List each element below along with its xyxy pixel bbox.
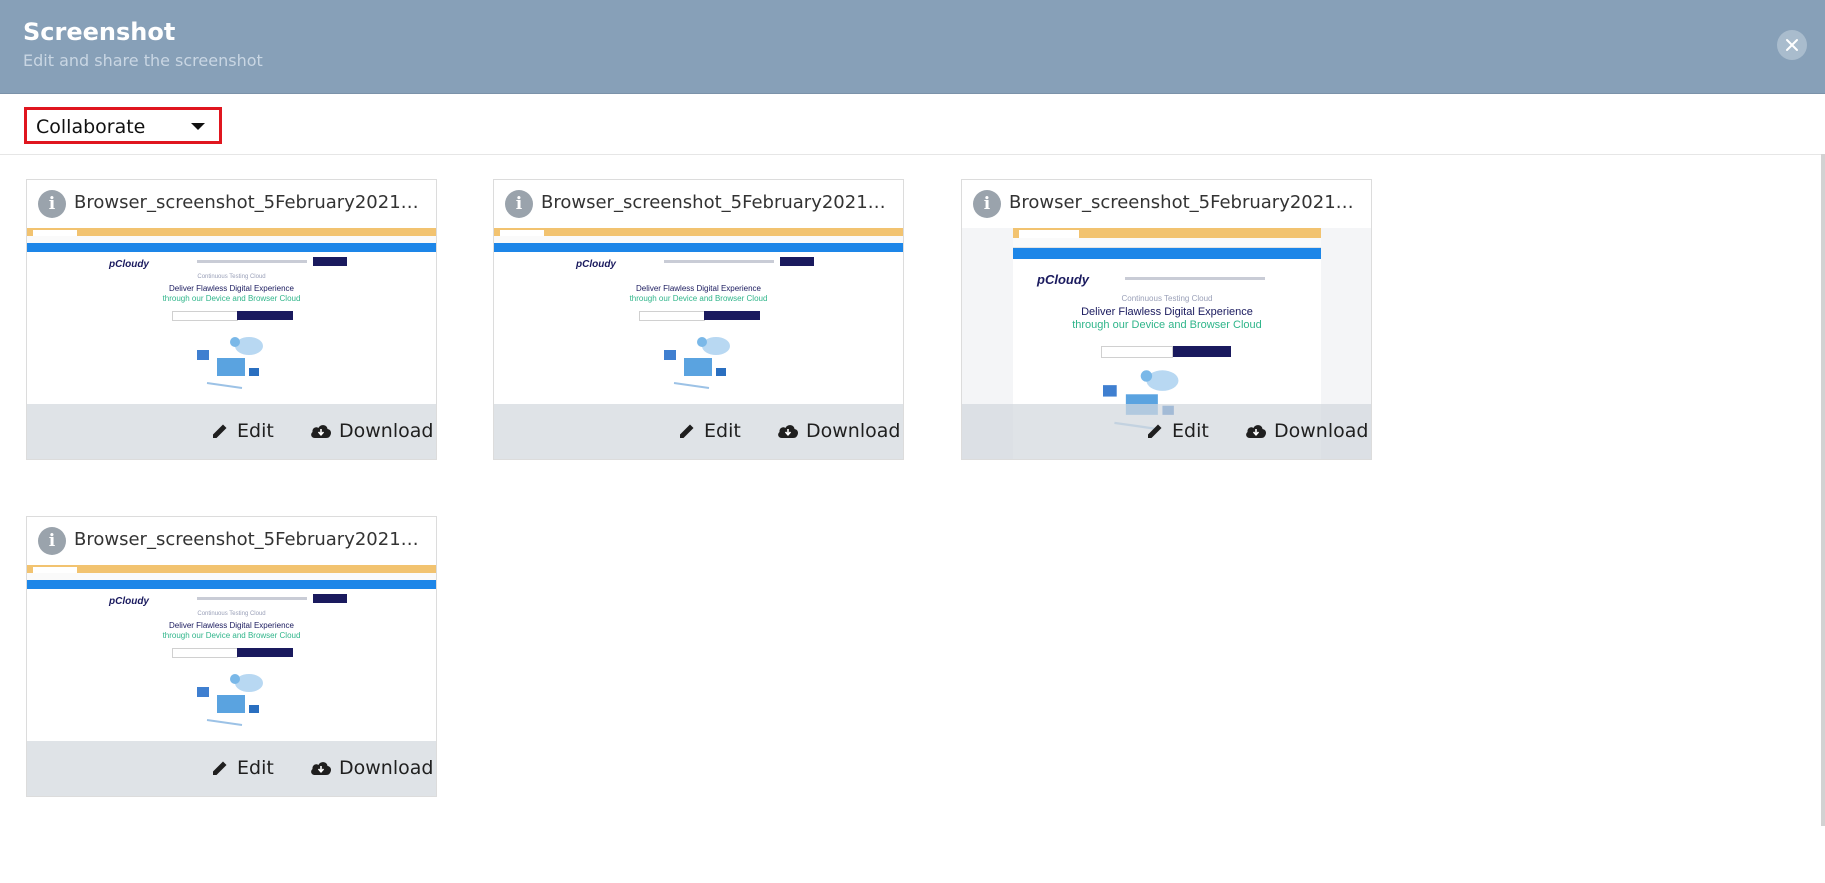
cloud-download-icon	[311, 762, 332, 775]
screenshot-card: i Browser_screenshot_5February2021_20_..…	[961, 179, 1372, 460]
dialog-title: Screenshot	[23, 18, 176, 46]
thumbnail-headline: Deliver Flawless Digital Experience	[1081, 306, 1253, 318]
info-icon[interactable]: i	[38, 190, 66, 218]
screenshot-thumbnail[interactable]: pCloudy Deliver Flawless Digital Experie…	[494, 228, 903, 459]
cloud-illustration-icon	[664, 337, 730, 389]
edit-label: Edit	[704, 420, 741, 442]
thumbnail-subheadline: through our Device and Browser Cloud	[1072, 319, 1262, 331]
toolbar	[0, 94, 1825, 155]
thumbnail-subheadline: through our Device and Browser Cloud	[629, 294, 768, 303]
cloud-illustration-icon	[197, 337, 263, 389]
edit-button[interactable]: Edit	[210, 417, 274, 445]
edit-button[interactable]: Edit	[210, 754, 274, 782]
edit-label: Edit	[237, 420, 274, 442]
cloud-illustration-icon	[197, 674, 263, 726]
pencil-icon	[680, 424, 694, 438]
pencil-icon	[213, 761, 227, 775]
screenshot-card: i Browser_screenshot_5February2021_20_..…	[26, 516, 437, 797]
dialog-header: Screenshot Edit and share the screenshot	[0, 0, 1825, 94]
info-icon[interactable]: i	[505, 190, 533, 218]
close-button[interactable]	[1777, 30, 1807, 60]
dialog-subtitle: Edit and share the screenshot	[23, 51, 263, 70]
thumbnail-logo: pCloudy	[576, 259, 616, 270]
screenshot-filename: Browser_screenshot_5February2021_20_...	[74, 529, 426, 550]
thumbnail-kicker: Continuous Testing Cloud	[197, 274, 266, 280]
download-button[interactable]: Download	[310, 754, 433, 782]
screenshot-card: i Browser_screenshot_5February2021_20_..…	[26, 179, 437, 460]
card-actions: Edit Download	[494, 404, 903, 459]
screenshot-filename: Browser_screenshot_5February2021_20_...	[74, 192, 426, 213]
screenshot-thumbnail[interactable]: pCloudy Continuous Testing Cloud Deliver…	[27, 228, 436, 459]
download-button[interactable]: Download	[1245, 417, 1368, 445]
info-icon[interactable]: i	[38, 527, 66, 555]
thumbnail-headline: Deliver Flawless Digital Experience	[169, 621, 294, 630]
pencil-icon	[213, 424, 227, 438]
screenshot-filename: Browser_screenshot_5February2021_20_...	[1009, 192, 1361, 213]
download-button[interactable]: Download	[310, 417, 433, 445]
download-label: Download	[806, 420, 901, 442]
thumbnail-kicker: Continuous Testing Cloud	[197, 611, 266, 617]
screenshot-filename: Browser_screenshot_5February2021_20_...	[541, 192, 893, 213]
download-label: Download	[339, 757, 434, 779]
mode-select[interactable]: Collaborate	[24, 107, 222, 144]
vertical-scrollbar[interactable]	[1821, 154, 1825, 826]
chevron-down-icon	[191, 123, 205, 130]
edit-button[interactable]: Edit	[677, 417, 741, 445]
download-label: Download	[339, 420, 434, 442]
thumbnail-logo: pCloudy	[1037, 272, 1089, 287]
card-actions: Edit Download	[962, 404, 1371, 459]
thumbnail-headline: Deliver Flawless Digital Experience	[169, 284, 294, 293]
thumbnail-subheadline: through our Device and Browser Cloud	[162, 294, 301, 303]
cloud-download-icon	[1246, 425, 1267, 438]
cloud-download-icon	[311, 425, 332, 438]
thumbnail-subheadline: through our Device and Browser Cloud	[162, 631, 301, 640]
info-icon[interactable]: i	[973, 190, 1001, 218]
pencil-icon	[1148, 424, 1162, 438]
screenshot-thumbnail[interactable]: pCloudy Continuous Testing Cloud Deliver…	[27, 565, 436, 796]
thumbnail-logo: pCloudy	[109, 259, 149, 270]
edit-button[interactable]: Edit	[1145, 417, 1209, 445]
card-actions: Edit Download	[27, 741, 436, 796]
download-button[interactable]: Download	[777, 417, 900, 445]
thumbnail-logo: pCloudy	[109, 596, 149, 607]
thumbnail-headline: Deliver Flawless Digital Experience	[636, 284, 761, 293]
edit-label: Edit	[1172, 420, 1209, 442]
screenshot-card: i Browser_screenshot_5February2021_20_..…	[493, 179, 904, 460]
close-icon	[1786, 39, 1798, 51]
mode-select-value: Collaborate	[36, 116, 146, 138]
card-actions: Edit Download	[27, 404, 436, 459]
screenshot-thumbnail[interactable]: pCloudy Continuous Testing Cloud Deliver…	[962, 228, 1371, 459]
download-label: Download	[1274, 420, 1369, 442]
edit-label: Edit	[237, 757, 274, 779]
cloud-download-icon	[778, 425, 799, 438]
thumbnail-kicker: Continuous Testing Cloud	[1121, 294, 1213, 303]
